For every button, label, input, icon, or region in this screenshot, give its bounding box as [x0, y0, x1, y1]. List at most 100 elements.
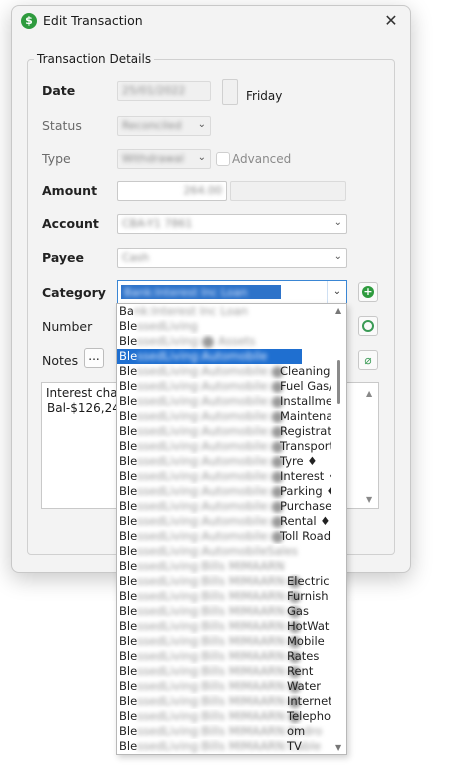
option-prefix: Ble	[119, 529, 138, 543]
chevron-down-icon[interactable]: ⌄	[327, 281, 346, 303]
category-option[interactable]: BlessedLiving:⬤ Assets	[117, 334, 346, 349]
option-prefix: Ble	[119, 694, 138, 708]
account-value: CBA-Y1 7861	[122, 217, 193, 230]
category-option[interactable]: BlessedLiving:Automobile:⬤ Rental ♦	[117, 514, 346, 529]
option-blurred-text: ssedLiving	[137, 319, 198, 333]
option-prefix: Ble	[119, 319, 138, 333]
add-category-button[interactable]: +	[358, 282, 378, 302]
option-suffix: Gas	[287, 604, 309, 618]
option-prefix: Ble	[119, 709, 138, 723]
category-dropdown-list[interactable]: Bank:Interest Inc Loan BlessedLiving Bless…	[116, 303, 347, 755]
option-suffix: Water	[287, 679, 321, 693]
category-option[interactable]: BlessedLiving:Bills MIMAARN:Bedro om	[117, 724, 346, 739]
amount-value: 264.00	[183, 184, 223, 197]
category-option[interactable]: BlessedLiving:Automobile:⬤ Interest ♦	[117, 469, 346, 484]
option-prefix: Ble	[119, 649, 138, 663]
category-option[interactable]: BlessedLiving:Automobile:⬤ Fuel Gas/	[117, 379, 346, 394]
date-field[interactable]: 25/01/2022	[117, 81, 211, 101]
option-blurred-text: ssedLiving:Automobile:⬤	[137, 379, 285, 393]
account-dropdown[interactable]: CBA-Y1 7861 ⌄	[117, 214, 347, 234]
chevron-down-icon: ⌄	[197, 152, 206, 163]
option-suffix: Rent	[287, 664, 314, 678]
date-stepper[interactable]	[222, 79, 238, 105]
scroll-up-icon[interactable]: ▲	[366, 389, 372, 398]
notes-label: Notes	[42, 353, 79, 368]
option-blurred-text: ssedLiving:Automobile:⬤	[137, 439, 285, 453]
scroll-up-icon[interactable]: ▲	[335, 306, 341, 315]
option-suffix: Maintena	[280, 409, 334, 423]
number-label: Number	[42, 319, 93, 334]
option-prefix: Ble	[119, 334, 138, 348]
date-value: 25/01/2022	[122, 84, 186, 97]
option-blurred-text: ssedLiving:Bills MIMAARN:⬤	[137, 664, 302, 678]
category-option[interactable]: BlessedLiving:Bills MIMAARN:⬤ Gas	[117, 604, 346, 619]
category-option[interactable]: BlessedLiving:Bills MIMAARN:⬤ Electric	[117, 574, 346, 589]
option-prefix: Ble	[119, 364, 138, 378]
attach-button[interactable]: ⌀	[358, 350, 378, 370]
option-blurred-text: ssedLiving:Automobile:⬤	[137, 394, 285, 408]
scroll-down-icon[interactable]: ▼	[366, 495, 372, 504]
option-blurred-text: ssedLiving:Automobile:⬤	[137, 409, 285, 423]
option-prefix: Ble	[119, 409, 138, 423]
option-blurred-text: ssedLiving:Automobile:⬤	[137, 529, 285, 543]
category-option[interactable]: BlessedLiving:Bills MIMAARN:⬤ Rates	[117, 649, 346, 664]
title-bar: $ Edit Transaction ✕	[12, 6, 410, 36]
option-blurred-text: ssedLiving:Bills MIMAARN:⬤	[137, 589, 302, 603]
option-blurred-text: ssedLiving:Bills MIMAARN:⬤	[137, 619, 302, 633]
status-dropdown[interactable]: Reconciled ⌄	[117, 116, 211, 136]
category-option[interactable]: BlessedLiving:Automobile:⬤ Registrati	[117, 424, 346, 439]
category-selected-text: Bank:Interest Inc Loan	[121, 285, 281, 299]
category-option[interactable]: BlessedLiving:Automobile:⬤ Maintena	[117, 409, 346, 424]
option-prefix: Ble	[119, 454, 138, 468]
option-prefix: Ble	[119, 484, 138, 498]
scrollbar-thumb[interactable]	[337, 360, 340, 404]
plus-icon: +	[362, 285, 374, 298]
close-button[interactable]: ✕	[380, 10, 402, 32]
option-blurred-text: ssedLiving:Automobile:⬤	[137, 514, 285, 528]
category-option[interactable]: BlessedLiving:Automobile:⬤ Toll Road ♦	[117, 529, 346, 544]
option-prefix: Ble	[119, 544, 138, 558]
category-option[interactable]: BlessedLiving:Automobile	[117, 349, 302, 364]
advanced-checkbox[interactable]	[216, 152, 230, 166]
option-suffix: Furnish	[287, 589, 329, 603]
option-prefix: Ba	[119, 304, 134, 318]
category-option[interactable]: BlessedLiving:Bills MIMAARN:⬤ Water	[117, 679, 346, 694]
option-suffix: Rates	[287, 649, 320, 663]
notes-ellipsis-button[interactable]: ...	[84, 348, 104, 368]
category-option[interactable]: BlessedLiving:Automobile:⬤ Tyre ♦	[117, 454, 346, 469]
payee-dropdown[interactable]: Cash ⌄	[117, 248, 347, 268]
category-option[interactable]: BlessedLiving:Automobile:⬤ Cleaning	[117, 364, 346, 379]
category-option[interactable]: BlessedLiving	[117, 319, 346, 334]
category-option[interactable]: BlessedLiving:Bills MIMAARN:⬤ Telephon	[117, 709, 346, 724]
chevron-down-icon: ⌄	[197, 119, 206, 130]
category-option[interactable]: Bank:Interest Inc Loan	[117, 304, 346, 319]
category-option[interactable]: BlessedLiving:Bills MIMAARN:⬤ Rent	[117, 664, 346, 679]
category-option[interactable]: BlessedLiving:Bills MIMAARN:⬤ Furnish	[117, 589, 346, 604]
option-prefix: Ble	[119, 724, 138, 738]
option-prefix: Ble	[119, 514, 138, 528]
category-option[interactable]: BlessedLiving:Automobile:⬤ Purchase	[117, 499, 346, 514]
category-option[interactable]: BlessedLiving:Automobile:⬤ Parking ♦	[117, 484, 346, 499]
option-prefix: Ble	[119, 559, 138, 573]
option-suffix: HotWat	[287, 619, 330, 633]
type-dropdown[interactable]: Withdrawal ⌄	[117, 149, 211, 169]
category-option[interactable]: BlessedLiving:Bills MIMAARN:Cable TV	[117, 739, 346, 754]
option-blurred-text: ssedLiving:Bills MIMAARN:⬤	[137, 649, 302, 663]
memo-scrollbar[interactable]: ▲ ▼	[362, 383, 378, 508]
scroll-down-icon[interactable]: ▼	[335, 743, 341, 752]
option-prefix: Ble	[119, 634, 138, 648]
option-suffix: Fuel Gas/	[280, 379, 334, 393]
sync-number-button[interactable]	[358, 316, 378, 336]
category-option[interactable]: BlessedLiving:Bills MIMAARN:⬤ Internet	[117, 694, 346, 709]
category-option[interactable]: BlessedLiving:Automobile:⬤ Installmen	[117, 394, 346, 409]
option-blurred-text: ssedLiving:Bills MIMAARN:⬤	[137, 694, 302, 708]
category-option[interactable]: BlessedLiving:Bills MIMAARN:⬤ HotWat	[117, 619, 346, 634]
category-combobox[interactable]: Bank:Interest Inc Loan ⌄	[117, 280, 347, 304]
amount-field[interactable]: 264.00	[117, 181, 227, 201]
category-option[interactable]: BlessedLiving:Bills MIMAARN:⬤ Mobile	[117, 634, 346, 649]
category-option[interactable]: BlessedLiving:Automobile:⬤ Transport	[117, 439, 346, 454]
category-option[interactable]: BlessedLiving:Bills MIMAARN	[117, 559, 346, 574]
day-of-week: Friday	[246, 89, 283, 103]
dropdown-scrollbar[interactable]: ▲ ▼	[331, 304, 346, 754]
category-option[interactable]: BlessedLiving:AutomobileSales	[117, 544, 346, 559]
